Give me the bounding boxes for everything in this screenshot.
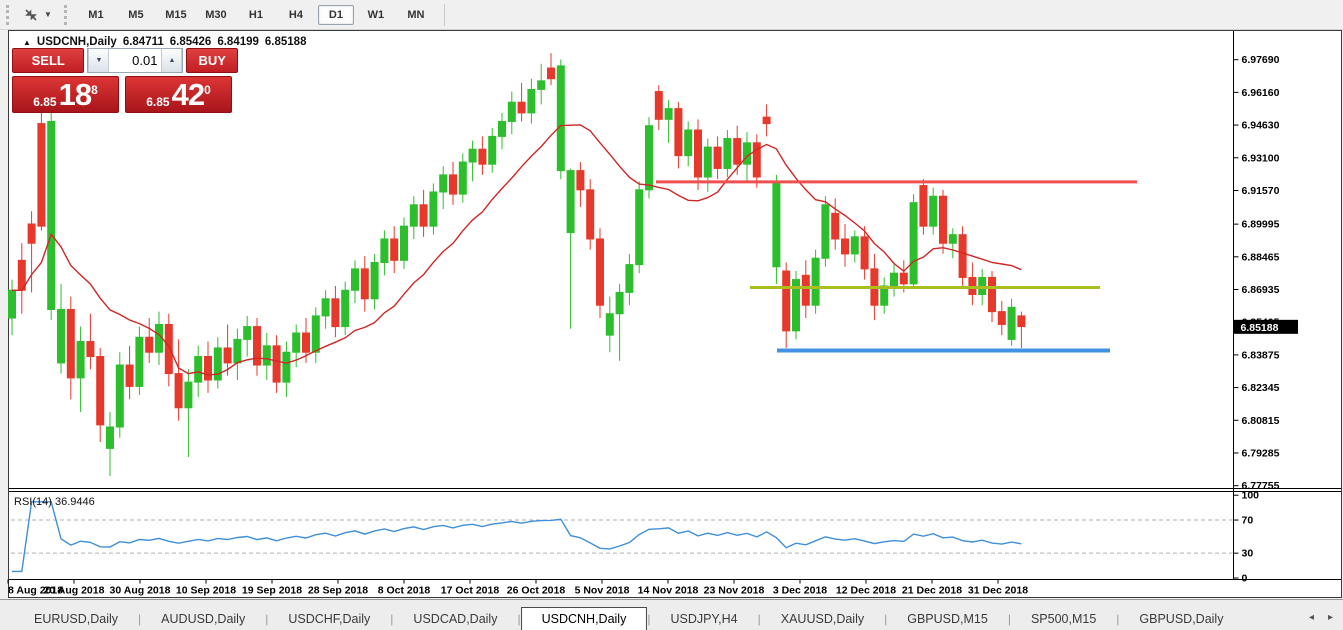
ohlc-close: 6.85188 <box>265 36 307 48</box>
lot-decrease-button[interactable]: ▼ <box>88 49 109 72</box>
svg-text:28 Sep 2018: 28 Sep 2018 <box>308 585 368 597</box>
svg-text:31 Dec 2018: 31 Dec 2018 <box>968 585 1028 597</box>
sell-button[interactable]: SELL <box>12 48 84 73</box>
svg-text:20 Aug 2018: 20 Aug 2018 <box>44 585 105 597</box>
svg-text:6.96160: 6.96160 <box>1242 87 1280 99</box>
svg-text:6.79285: 6.79285 <box>1242 447 1280 459</box>
ask-price-big: 42 <box>172 81 204 109</box>
lot-increase-button[interactable]: ▲ <box>161 49 182 72</box>
svg-text:17 Oct 2018: 17 Oct 2018 <box>441 585 500 597</box>
svg-text:100: 100 <box>1242 490 1260 502</box>
svg-text:3 Dec 2018: 3 Dec 2018 <box>773 585 827 597</box>
rsi-indicator-label: RSI(14) 36.9446 <box>14 496 95 508</box>
buy-button[interactable]: BUY <box>186 48 238 73</box>
svg-text:10 Sep 2018: 10 Sep 2018 <box>176 585 236 597</box>
svg-text:6.83875: 6.83875 <box>1242 349 1280 361</box>
lot-size-input[interactable] <box>109 49 161 72</box>
one-click-trade-panel: SELL ▼ ▲ BUY 6.85 18 8 6.85 42 0 <box>12 48 238 113</box>
svg-text:6.88465: 6.88465 <box>1242 251 1280 263</box>
svg-text:6.91570: 6.91570 <box>1242 185 1280 197</box>
ask-price-sup: 0 <box>204 85 211 95</box>
ohlc-low: 6.84199 <box>217 36 259 48</box>
svg-text:6.94630: 6.94630 <box>1242 120 1280 132</box>
svg-text:0: 0 <box>1242 573 1248 585</box>
bid-quote-box[interactable]: 6.85 18 8 <box>12 76 119 113</box>
svg-text:6.89995: 6.89995 <box>1242 219 1280 231</box>
svg-text:30: 30 <box>1242 548 1254 560</box>
ask-quote-box[interactable]: 6.85 42 0 <box>125 76 232 113</box>
bid-price-sup: 8 <box>91 85 98 95</box>
svg-text:6.85188: 6.85188 <box>1241 322 1279 334</box>
svg-text:21 Dec 2018: 21 Dec 2018 <box>902 585 962 597</box>
svg-text:6.82345: 6.82345 <box>1242 382 1280 394</box>
ohlc-open: 6.84711 <box>123 36 164 48</box>
symbol-period-label: USDCNH,Daily <box>37 36 117 48</box>
ask-price-prefix: 6.85 <box>146 95 169 109</box>
chart-title: ▲ USDCNH,Daily 6.84711 6.85426 6.84199 6… <box>23 36 306 48</box>
ohlc-high: 6.85426 <box>170 36 212 48</box>
bid-price-prefix: 6.85 <box>33 95 56 109</box>
svg-text:6.93100: 6.93100 <box>1242 152 1280 164</box>
bid-price-big: 18 <box>59 81 91 109</box>
lot-stepper: ▼ ▲ <box>87 48 183 73</box>
svg-text:12 Dec 2018: 12 Dec 2018 <box>836 585 896 597</box>
svg-text:23 Nov 2018: 23 Nov 2018 <box>704 585 765 597</box>
svg-text:26 Oct 2018: 26 Oct 2018 <box>507 585 566 597</box>
svg-text:30 Aug 2018: 30 Aug 2018 <box>110 585 171 597</box>
svg-text:6.86935: 6.86935 <box>1242 284 1280 296</box>
trade-panel-toggle-icon[interactable]: ▲ <box>23 38 31 47</box>
svg-text:6.97690: 6.97690 <box>1242 54 1280 66</box>
svg-text:19 Sep 2018: 19 Sep 2018 <box>242 585 302 597</box>
svg-text:8 Oct 2018: 8 Oct 2018 <box>378 585 431 597</box>
svg-text:6.80815: 6.80815 <box>1242 415 1280 427</box>
svg-text:14 Nov 2018: 14 Nov 2018 <box>638 585 699 597</box>
svg-text:5 Nov 2018: 5 Nov 2018 <box>575 585 630 597</box>
svg-text:70: 70 <box>1242 515 1254 527</box>
